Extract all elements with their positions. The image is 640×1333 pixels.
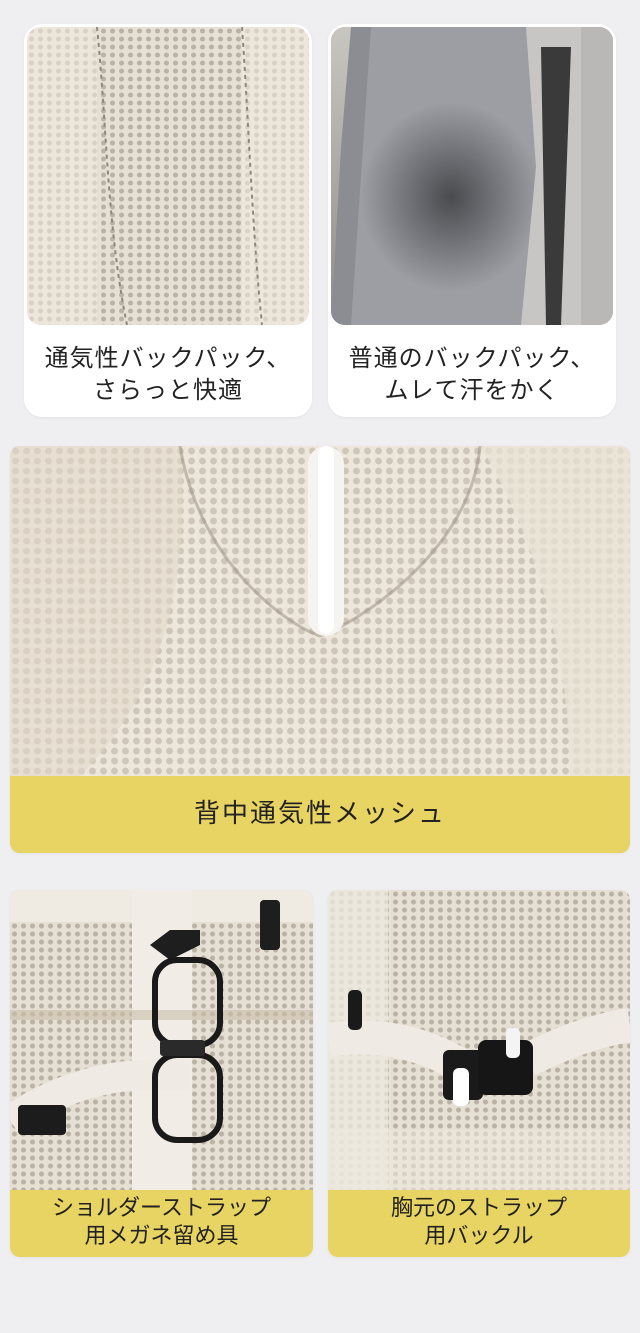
glasses-holder-photo: [10, 890, 313, 1190]
caption-breathable-line2: さらっと快適: [93, 376, 243, 404]
comparison-card-ordinary: 普通のバックパック、 ムレて汗をかく: [328, 24, 616, 417]
glasses-holder-feature: ショルダーストラップ 用メガネ留め具: [10, 890, 313, 1257]
mesh-back-panel-photo: [27, 27, 309, 325]
back-mesh-feature: 背中通気性メッシュ: [10, 446, 630, 853]
chest-buckle-label-line2: 用バックル: [424, 1224, 534, 1249]
glasses-holder-label-line1: ショルダーストラップ: [52, 1196, 271, 1221]
glasses-holder-label-line2: 用メガネ留め具: [84, 1224, 239, 1249]
chest-buckle-feature: 胸元のストラップ 用バックル: [328, 890, 630, 1257]
glasses-holder-label-banner: ショルダーストラップ 用メガネ留め具: [10, 1190, 313, 1257]
sweaty-shirt-photo: [331, 27, 613, 325]
caption-ordinary: 普通のバックパック、 ムレて汗をかく: [328, 342, 616, 406]
chest-buckle-label-banner: 胸元のストラップ 用バックル: [328, 1190, 630, 1257]
back-mesh-photo: [10, 446, 630, 776]
comparison-card-breathable: 通気性バックパック、 さらっと快適: [24, 24, 312, 417]
mesh-texture-art: [27, 27, 309, 325]
caption-breathable-line1: 通気性バックパック、: [44, 344, 292, 372]
buckle-strap-art: [328, 890, 630, 1190]
back-mesh-label-banner: 背中通気性メッシュ: [10, 776, 630, 853]
caption-ordinary-line2: ムレて汗をかく: [384, 376, 560, 404]
chest-buckle-label-line1: 胸元のストラップ: [390, 1196, 567, 1221]
chest-buckle-photo: [328, 890, 630, 1190]
glasses-strap-art: [10, 890, 313, 1190]
person-backpack-art: [331, 27, 613, 325]
back-mesh-label: 背中通気性メッシュ: [193, 799, 446, 829]
caption-breathable: 通気性バックパック、 さらっと快適: [24, 342, 312, 406]
caption-ordinary-line1: 普通のバックパック、: [348, 344, 596, 372]
